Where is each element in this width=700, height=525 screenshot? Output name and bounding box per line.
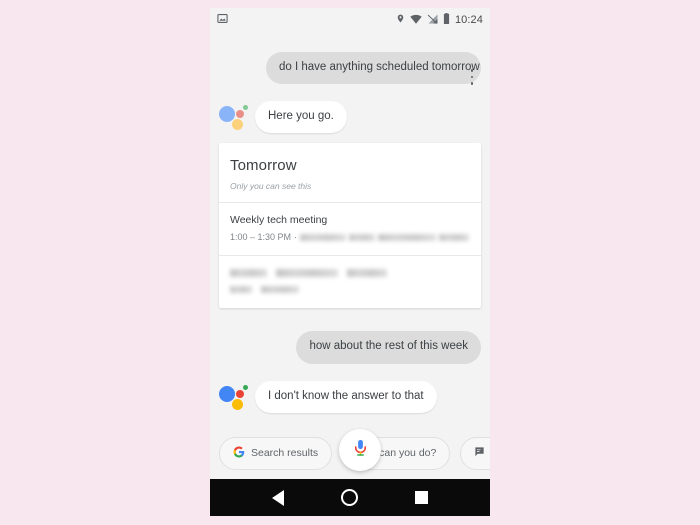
chip-search-results[interactable]: Search results bbox=[219, 436, 333, 470]
assistant-dot-yellow bbox=[232, 119, 243, 131]
user-message-bubble[interactable]: do I have anything scheduled tomorrow bbox=[266, 52, 481, 85]
redacted-text bbox=[347, 269, 387, 278]
wifi-icon bbox=[410, 11, 422, 29]
assistant-dot-green bbox=[243, 105, 248, 111]
image-icon bbox=[217, 11, 228, 29]
microphone-button[interactable] bbox=[339, 429, 381, 471]
redacted-text bbox=[261, 286, 299, 294]
assistant-dot-green bbox=[243, 384, 248, 390]
status-bar-clock: 10:24 bbox=[454, 14, 483, 26]
calendar-event-item[interactable]: Weekly tech meeting 1:00 – 1:30 PM · bbox=[219, 203, 481, 255]
calendar-card-header: Tomorrow Only you can see this bbox=[219, 143, 481, 202]
assistant-dot-red bbox=[236, 389, 244, 398]
redacted-text bbox=[230, 286, 252, 294]
assistant-logo-icon bbox=[219, 383, 249, 413]
assistant-logo-icon bbox=[219, 103, 249, 133]
suggestion-chips-bar: Search results can you do? Send bbox=[210, 427, 490, 479]
back-icon[interactable] bbox=[272, 489, 285, 506]
recents-icon[interactable] bbox=[414, 491, 428, 504]
redacted-text bbox=[230, 269, 267, 278]
calendar-event-item-redacted[interactable] bbox=[219, 256, 481, 308]
assistant-dot-red bbox=[236, 110, 244, 119]
android-navigation-bar bbox=[210, 479, 490, 516]
redacted-text bbox=[276, 269, 338, 278]
message-row-user: how about the rest of this week bbox=[210, 331, 490, 364]
chip-label: can you do? bbox=[379, 447, 437, 459]
phone-screen: 10:24 do I have anything scheduled tomor… bbox=[210, 8, 490, 516]
calendar-event-separator: · bbox=[294, 232, 298, 243]
assistant-message-bubble[interactable]: Here you go. bbox=[255, 101, 347, 134]
location-icon bbox=[396, 11, 405, 29]
redacted-meta-row bbox=[230, 286, 470, 294]
redacted-title-row bbox=[230, 269, 470, 278]
chip-send[interactable]: Send bbox=[460, 436, 490, 470]
calendar-event-title: Weekly tech meeting bbox=[230, 214, 328, 227]
redacted-text bbox=[300, 233, 347, 241]
cell-signal-icon bbox=[427, 11, 438, 29]
assistant-dot-yellow bbox=[232, 398, 243, 410]
assistant-message-bubble[interactable]: I don't know the answer to that bbox=[255, 380, 437, 413]
message-row-assistant: Here you go. bbox=[210, 101, 490, 134]
redacted-text bbox=[378, 233, 437, 241]
status-bar-system-icons: 10:24 bbox=[396, 11, 483, 29]
calendar-card-subtitle: Only you can see this bbox=[230, 181, 312, 192]
chip-label: Search results bbox=[251, 447, 319, 459]
user-message-bubble[interactable]: how about the rest of this week bbox=[296, 331, 481, 364]
message-row-user: do I have anything scheduled tomorrow bbox=[210, 52, 490, 85]
google-g-icon bbox=[233, 446, 245, 461]
assistant-dot-blue bbox=[219, 385, 235, 402]
status-bar-notifications bbox=[217, 11, 228, 29]
more-options-icon[interactable] bbox=[465, 66, 479, 88]
conversation-area: do I have anything scheduled tomorrow He… bbox=[210, 32, 490, 427]
battery-icon bbox=[443, 11, 450, 29]
status-bar: 10:24 bbox=[210, 8, 490, 32]
calendar-event-meta: 1:00 – 1:30 PM · bbox=[230, 232, 470, 242]
microphone-icon bbox=[351, 438, 370, 462]
calendar-event-time: 1:00 – 1:30 PM bbox=[230, 232, 292, 243]
redacted-text bbox=[439, 233, 470, 241]
message-row-assistant: I don't know the answer to that bbox=[210, 380, 490, 413]
home-icon[interactable] bbox=[340, 489, 358, 506]
message-icon bbox=[474, 446, 485, 460]
redacted-text bbox=[349, 233, 376, 241]
calendar-card[interactable]: Tomorrow Only you can see this Weekly te… bbox=[219, 143, 481, 309]
calendar-card-title: Tomorrow bbox=[230, 157, 297, 175]
